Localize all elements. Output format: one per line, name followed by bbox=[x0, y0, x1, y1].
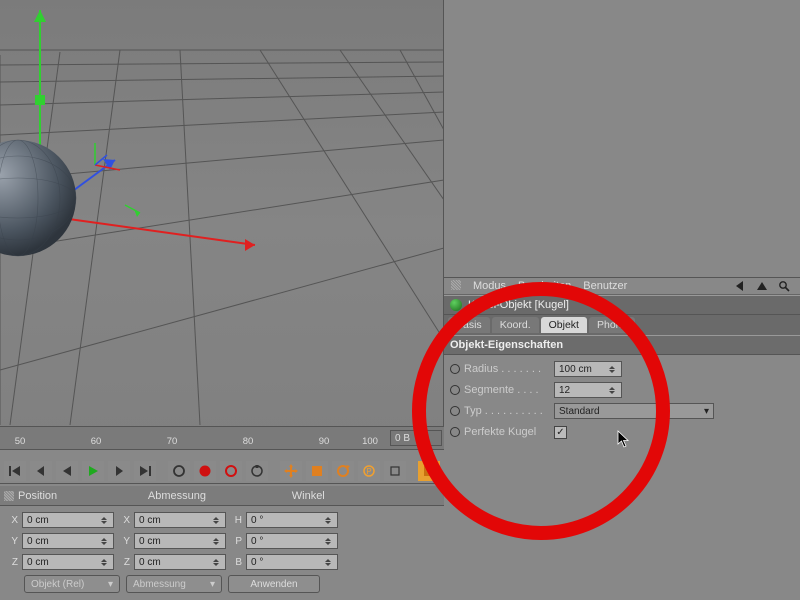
set-key-mode-button[interactable] bbox=[168, 461, 190, 481]
menu-modus[interactable]: Modus bbox=[473, 280, 506, 292]
rotate-tool-button[interactable] bbox=[332, 461, 354, 481]
autokey-button[interactable] bbox=[220, 461, 242, 481]
header-position: Position bbox=[18, 490, 57, 502]
field-pos-x[interactable]: 0 cm bbox=[22, 512, 114, 528]
goto-end-button[interactable] bbox=[134, 461, 156, 481]
search-icon[interactable] bbox=[778, 280, 790, 292]
tab-objekt[interactable]: Objekt bbox=[541, 317, 587, 333]
tab-koord[interactable]: Koord. bbox=[492, 317, 539, 333]
tick-label: 80 bbox=[243, 436, 254, 447]
field-size-z[interactable]: 0 cm bbox=[134, 554, 226, 570]
object-manager-panel[interactable] bbox=[444, 0, 800, 278]
tab-basis[interactable]: Basis bbox=[448, 317, 490, 333]
tick-label: 70 bbox=[167, 436, 178, 447]
attribute-tabs: Basis Koord. Objekt Phong bbox=[444, 315, 800, 335]
checkbox-perfekte-kugel[interactable]: ✓ bbox=[554, 426, 567, 439]
grip-icon[interactable] bbox=[451, 280, 461, 290]
field-pos-z[interactable]: 0 cm bbox=[22, 554, 114, 570]
label-b: B bbox=[230, 557, 242, 568]
field-size-y[interactable]: 0 cm bbox=[134, 533, 226, 549]
label-segmente: Segmente . . . . bbox=[464, 384, 554, 396]
label-y: Y bbox=[118, 536, 130, 547]
label-z: Z bbox=[118, 557, 130, 568]
label-x: X bbox=[118, 515, 130, 526]
next-frame-button[interactable] bbox=[108, 461, 130, 481]
field-current-frame[interactable]: 0 B bbox=[390, 430, 442, 446]
object-properties: Radius . . . . . . . 100 cm Segmente . .… bbox=[444, 355, 800, 447]
anim-dot-icon[interactable] bbox=[450, 406, 460, 416]
menu-bearbeiten[interactable]: Bearbeiten bbox=[518, 280, 571, 292]
label-x: X bbox=[6, 515, 18, 526]
goto-start-button[interactable] bbox=[4, 461, 26, 481]
header-winkel: Winkel bbox=[292, 490, 325, 502]
scale-tool-button[interactable] bbox=[306, 461, 328, 481]
attribute-header: Modus Bearbeiten Benutzer bbox=[444, 278, 800, 295]
prev-frame-button[interactable] bbox=[30, 461, 52, 481]
tick-label: 60 bbox=[91, 436, 102, 447]
label-z: Z bbox=[6, 557, 18, 568]
coordinates-manager: Position Abmessung Winkel X 0 cm X 0 cm … bbox=[0, 486, 444, 600]
label-p: P bbox=[230, 536, 242, 547]
section-objekt-eigenschaften: Objekt-Eigenschaften bbox=[444, 335, 800, 355]
tick-label: 100 bbox=[362, 436, 378, 447]
point-mode-button[interactable]: P bbox=[358, 461, 380, 481]
field-angle-b[interactable]: 0 ° bbox=[246, 554, 338, 570]
label-typ: Typ . . . . . . . . . . bbox=[464, 405, 554, 417]
make-editable-button[interactable] bbox=[418, 461, 440, 481]
anim-dot-icon[interactable] bbox=[450, 427, 460, 437]
menu-benutzer[interactable]: Benutzer bbox=[583, 280, 627, 292]
tick-label: 90 bbox=[319, 436, 330, 447]
tick-label: 50 bbox=[15, 436, 26, 447]
play-backward-button[interactable] bbox=[56, 461, 78, 481]
attribute-title-bar: Kugel-Objekt [Kugel] bbox=[444, 295, 800, 315]
anim-dot-icon[interactable] bbox=[450, 385, 460, 395]
viewport-3d[interactable] bbox=[0, 0, 444, 450]
field-segmente[interactable]: 12 bbox=[554, 382, 622, 398]
axis-lock-button[interactable] bbox=[384, 461, 406, 481]
nav-prev-icon[interactable] bbox=[734, 280, 746, 292]
header-abmessung: Abmessung bbox=[148, 490, 206, 502]
play-button[interactable] bbox=[82, 461, 104, 481]
dropdown-typ[interactable]: Standard ▾ bbox=[554, 403, 714, 419]
attribute-title: Kugel-Objekt [Kugel] bbox=[468, 299, 569, 311]
anwenden-button[interactable]: Anwenden bbox=[228, 575, 320, 593]
label-h: H bbox=[230, 515, 242, 526]
field-angle-p[interactable]: 0 ° bbox=[246, 533, 338, 549]
dropdown-abmessung[interactable]: Abmessung▾ bbox=[126, 575, 222, 593]
label-radius: Radius . . . . . . . bbox=[464, 363, 554, 375]
field-pos-y[interactable]: 0 cm bbox=[22, 533, 114, 549]
field-radius[interactable]: 100 cm bbox=[554, 361, 622, 377]
sphere-object-icon bbox=[450, 299, 462, 311]
chevron-down-icon: ▾ bbox=[704, 406, 709, 417]
keyframe-selection-button[interactable] bbox=[246, 461, 268, 481]
grip-icon[interactable] bbox=[4, 491, 14, 501]
tab-phong[interactable]: Phong bbox=[589, 317, 635, 333]
label-y: Y bbox=[6, 536, 18, 547]
anim-dot-icon[interactable] bbox=[450, 364, 460, 374]
field-size-x[interactable]: 0 cm bbox=[134, 512, 226, 528]
attribute-manager: Modus Bearbeiten Benutzer Kugel-Objekt [… bbox=[444, 278, 800, 600]
timeline-ruler[interactable]: 50 60 70 80 90 100 0 B bbox=[0, 426, 444, 450]
dropdown-objekt-rel[interactable]: Objekt (Rel)▾ bbox=[24, 575, 120, 593]
playback-toolbar: P bbox=[0, 458, 444, 484]
record-button[interactable] bbox=[194, 461, 216, 481]
move-tool-button[interactable] bbox=[280, 461, 302, 481]
field-angle-h[interactable]: 0 ° bbox=[246, 512, 338, 528]
svg-text:P: P bbox=[366, 467, 371, 476]
label-perfekte-kugel: Perfekte Kugel bbox=[464, 426, 554, 438]
nav-up-icon[interactable] bbox=[756, 280, 768, 292]
